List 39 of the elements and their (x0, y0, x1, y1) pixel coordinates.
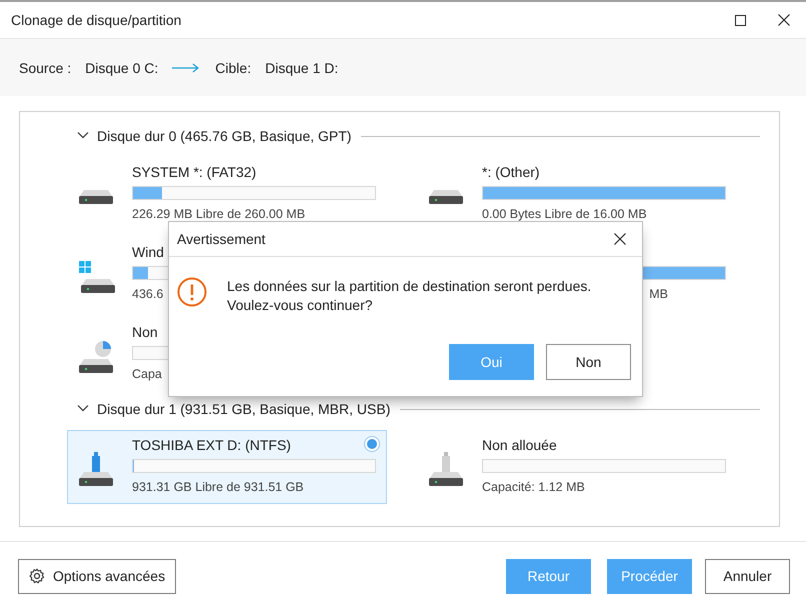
partition-info: Capa (132, 367, 162, 381)
partition-name: Wind (132, 244, 164, 262)
source-disk: Disque 0 C: (85, 60, 158, 76)
partition-name: Non allouée (482, 437, 557, 455)
partition-name: Non (132, 324, 158, 342)
target-label: Cible: (215, 60, 252, 76)
window-title: Clonage de disque/partition (11, 12, 182, 28)
close-icon (778, 14, 790, 26)
source-label: Source : (19, 60, 72, 76)
arrow-icon (172, 62, 200, 72)
partition-info: 436.6 (132, 287, 164, 301)
warning-message: Les données sur la partition de destination seront perdues. Voulez-vous continuer? (227, 277, 592, 315)
advanced-options-button[interactable]: Options avancées (18, 558, 176, 594)
dialog-button[interactable]: Non (546, 344, 631, 380)
target-disk: Disque 1 D: (265, 60, 338, 76)
dialog-title: Avertissement (177, 231, 266, 247)
partition-info: Capacité: 1.12 MB (482, 480, 585, 494)
partition-name: TOSHIBA EXT D: (NTFS) (132, 437, 291, 455)
disk-title: Disque dur 1 (931.51 GB, Basique, MBR, USB) (97, 401, 390, 417)
drive-icon (78, 188, 114, 204)
partition-info: MB (649, 287, 668, 301)
partition-name: *: (Other) (482, 164, 540, 182)
footer-button[interactable]: Annuler (705, 558, 790, 594)
partition-info: 226.29 MB Libre de 260.00 MB (132, 207, 306, 221)
close-icon (614, 233, 626, 245)
partition-name: SYSTEM *: (FAT32) (132, 164, 256, 182)
windows-drive-icon (78, 260, 116, 294)
selected-partition-card[interactable]: TOSHIBA EXT D: (NTFS) 931.31 GB Libre de 931.51 GB (67, 430, 387, 504)
partition-info: 0.00 Bytes Libre de 16.00 MB (482, 207, 647, 221)
partition-info: 931.31 GB Libre de 931.51 GB (132, 480, 304, 494)
settings-icon (29, 568, 45, 584)
maximize-icon (734, 14, 746, 26)
pie-chart-drive-icon (78, 340, 114, 374)
radio-button[interactable] (364, 436, 380, 452)
warning-icon (177, 277, 207, 307)
disk-title: Disque dur 0 (465.76 GB, Basique, GPT) (97, 128, 352, 144)
drive-icon (428, 188, 464, 204)
usb-drive-icon (78, 452, 114, 487)
usb-drive-icon (428, 452, 464, 487)
